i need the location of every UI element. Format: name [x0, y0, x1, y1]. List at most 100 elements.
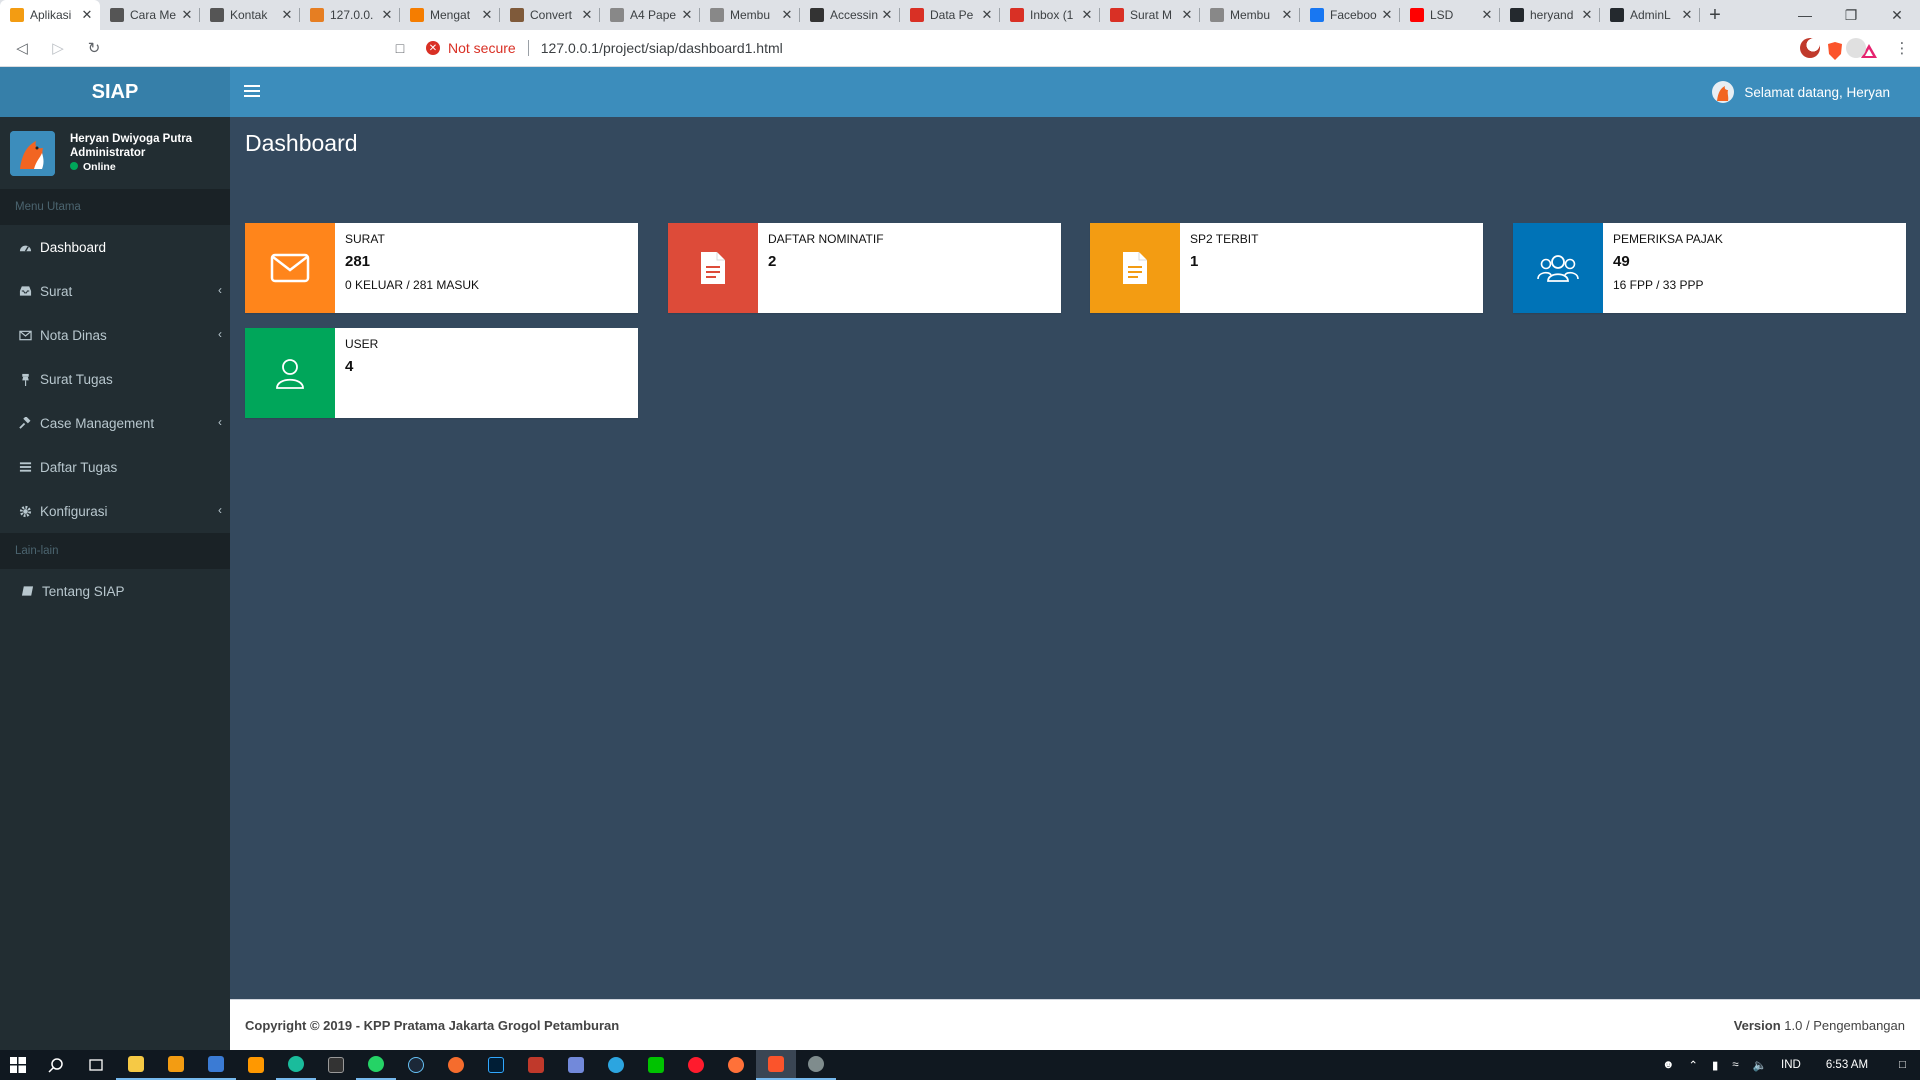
tab-close-icon[interactable]: ✕	[1180, 7, 1194, 23]
photoshop-icon[interactable]	[476, 1050, 516, 1080]
tab-close-icon[interactable]: ✕	[1380, 7, 1394, 23]
browser-tab[interactable]: Surat M ✕	[1100, 0, 1200, 30]
terminal-icon[interactable]	[316, 1050, 356, 1080]
firefox-icon[interactable]	[716, 1050, 756, 1080]
browser-tab[interactable]: AdminL ✕	[1600, 0, 1700, 30]
restore-button[interactable]: ❐	[1828, 0, 1874, 30]
user-menu[interactable]: Selamat datang, Heryan	[1712, 67, 1890, 117]
taskbar-app-4[interactable]	[516, 1050, 556, 1080]
origin-icon[interactable]	[436, 1050, 476, 1080]
browser-tab[interactable]: Inbox (1 ✕	[1000, 0, 1100, 30]
tab-close-icon[interactable]: ✕	[1280, 7, 1294, 23]
sidebar-item-surat-tugas[interactable]: Surat Tugas	[0, 357, 230, 401]
reload-button[interactable]: ↻	[80, 34, 108, 62]
tab-close-icon[interactable]: ✕	[1580, 7, 1594, 23]
browser-tab[interactable]: Cara Me ✕	[100, 0, 200, 30]
tab-close-icon[interactable]: ✕	[480, 7, 494, 23]
tab-close-icon[interactable]: ✕	[380, 7, 394, 23]
moon-extension-icon[interactable]	[1800, 38, 1820, 58]
language-indicator[interactable]: IND	[1781, 1059, 1801, 1071]
tab-close-icon[interactable]: ✕	[980, 7, 994, 23]
tasks-icon	[18, 460, 32, 474]
not-secure-label[interactable]: Not secure	[448, 40, 516, 56]
notification-icon[interactable]: □	[1899, 1059, 1906, 1071]
youtube-icon	[1410, 8, 1424, 22]
telegram-icon[interactable]	[596, 1050, 636, 1080]
browser-tab[interactable]: A4 Pape ✕	[600, 0, 700, 30]
tab-close-icon[interactable]: ✕	[1680, 7, 1694, 23]
info-box-user[interactable]: USER 4	[245, 328, 638, 418]
browser-tab[interactable]: Accessin ✕	[800, 0, 900, 30]
sidebar-item-dashboard[interactable]: Dashboard	[0, 225, 230, 269]
opera-icon[interactable]	[676, 1050, 716, 1080]
sidebar-item-konfigurasi[interactable]: Konfigurasi ‹	[0, 489, 230, 533]
wifi-icon[interactable]: ≈	[1732, 1059, 1738, 1071]
new-tab-button[interactable]: +	[1700, 0, 1730, 30]
back-button[interactable]: ◁	[8, 34, 36, 62]
tab-close-icon[interactable]: ✕	[780, 7, 794, 23]
browser-tab[interactable]: LSD ✕	[1400, 0, 1500, 30]
sublime-text-icon[interactable]	[236, 1050, 276, 1080]
tab-close-icon[interactable]: ✕	[1080, 7, 1094, 23]
tab-close-icon[interactable]: ✕	[680, 7, 694, 23]
search-icon[interactable]	[36, 1050, 76, 1080]
tab-close-icon[interactable]: ✕	[180, 7, 194, 23]
menu-button[interactable]: ⋮	[1888, 34, 1916, 62]
sidebar-item-surat[interactable]: Surat ‹	[0, 269, 230, 313]
browser-tab[interactable]: Aplikasi ✕	[0, 0, 100, 30]
line-icon[interactable]	[636, 1050, 676, 1080]
taskbar-app-1[interactable]	[156, 1050, 196, 1080]
brave-icon[interactable]	[756, 1050, 796, 1080]
browser-tab[interactable]: Membu ✕	[1200, 0, 1300, 30]
browser-tab[interactable]: Membu ✕	[700, 0, 800, 30]
task-view-icon[interactable]	[76, 1050, 116, 1080]
battery-icon[interactable]: ▮	[1712, 1058, 1718, 1072]
taskbar-app-3[interactable]	[276, 1050, 316, 1080]
tab-close-icon[interactable]: ✕	[580, 7, 594, 23]
clock[interactable]: 6:53 AM	[1826, 1059, 1868, 1071]
bookmark-icon[interactable]: □	[388, 40, 412, 56]
chevron-up-icon[interactable]: ⌃	[1688, 1058, 1698, 1072]
app-logo[interactable]: SIAP	[0, 67, 230, 117]
browser-tab[interactable]: Faceboo ✕	[1300, 0, 1400, 30]
sidebar-item-nota-dinas[interactable]: Nota Dinas ‹	[0, 313, 230, 357]
insecure-icon[interactable]: ✕	[426, 41, 440, 55]
url-text[interactable]: 127.0.0.1/project/siap/dashboard1.html	[541, 40, 783, 56]
discord-icon[interactable]	[556, 1050, 596, 1080]
taskbar-app-5[interactable]	[796, 1050, 836, 1080]
tab-close-icon[interactable]: ✕	[1480, 7, 1494, 23]
sidebar-item-tentang-siap[interactable]: Tentang SIAP	[0, 569, 230, 613]
brave-shield-icon[interactable]	[1826, 41, 1844, 61]
steam-icon[interactable]	[396, 1050, 436, 1080]
person-icon	[210, 8, 224, 22]
browser-tab[interactable]: Kontak ✕	[200, 0, 300, 30]
tab-close-icon[interactable]: ✕	[280, 7, 294, 23]
sidebar-item-daftar-tugas[interactable]: Daftar Tugas	[0, 445, 230, 489]
info-box-sp2-terbit[interactable]: SP2 TERBIT 1	[1090, 223, 1483, 313]
tab-close-icon[interactable]: ✕	[80, 7, 94, 23]
profile-icon[interactable]	[1846, 38, 1866, 58]
volume-icon[interactable]: 🔈	[1753, 1058, 1767, 1072]
tab-title: Membu	[1230, 8, 1271, 22]
taskbar-app-2[interactable]	[196, 1050, 236, 1080]
address-bar[interactable]: □ ✕ Not secure 127.0.0.1/project/siap/da…	[388, 34, 1877, 62]
info-box-surat[interactable]: SURAT 281 0 KELUAR / 281 MASUK	[245, 223, 638, 313]
start-button[interactable]	[0, 1050, 36, 1080]
tab-title: AdminL	[1630, 8, 1671, 22]
sidebar-toggle-icon[interactable]	[244, 82, 260, 100]
tab-close-icon[interactable]: ✕	[880, 7, 894, 23]
people-icon[interactable]: ☻	[1662, 1059, 1674, 1071]
browser-tab[interactable]: Data Pe ✕	[900, 0, 1000, 30]
info-box-pemeriksa-pajak[interactable]: PEMERIKSA PAJAK 49 16 FPP / 33 PPP	[1513, 223, 1906, 313]
browser-tab[interactable]: heryand ✕	[1500, 0, 1600, 30]
minimize-button[interactable]: —	[1782, 0, 1828, 30]
forward-button[interactable]: ▷	[44, 34, 72, 62]
sidebar-item-case-management[interactable]: Case Management ‹	[0, 401, 230, 445]
info-box-daftar-nominatif[interactable]: DAFTAR NOMINATIF 2	[668, 223, 1061, 313]
file-explorer-icon[interactable]	[116, 1050, 156, 1080]
whatsapp-icon[interactable]	[356, 1050, 396, 1080]
browser-tab[interactable]: 127.0.0. ✕	[300, 0, 400, 30]
browser-tab[interactable]: Convert ✕	[500, 0, 600, 30]
close-window-button[interactable]: ✕	[1874, 0, 1920, 30]
browser-tab[interactable]: Mengat ✕	[400, 0, 500, 30]
